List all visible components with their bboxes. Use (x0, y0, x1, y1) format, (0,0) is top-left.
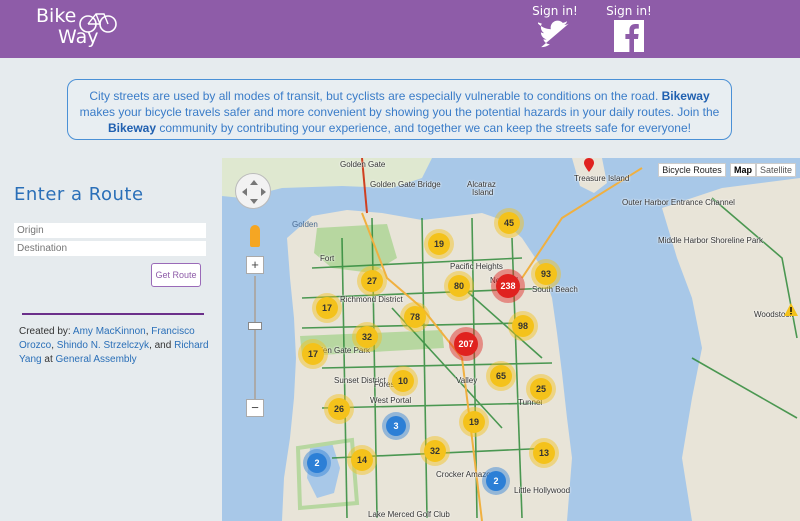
origin-input[interactable] (14, 223, 206, 238)
place-valley: Valley (456, 376, 478, 385)
sidebar-divider (22, 313, 204, 315)
place-west-portal: West Portal (370, 396, 412, 405)
place-south-beach: South Beach (532, 285, 578, 294)
intro-brand-1: Bikeway (661, 89, 710, 103)
hazard-cluster[interactable]: 19 (463, 411, 485, 433)
bicycle-icon (79, 13, 117, 33)
street-view-pegman-icon[interactable] (250, 225, 260, 247)
enter-route-title: Enter a Route (14, 184, 144, 205)
zoom-slider-thumb[interactable] (248, 322, 262, 330)
facebook-signin[interactable]: Sign in! (604, 4, 654, 52)
hazard-cluster[interactable]: 3 (386, 416, 406, 436)
place-middle-harbor: Middle Harbor Shoreline Park (658, 236, 763, 245)
hazard-cluster[interactable]: 93 (535, 263, 557, 285)
place-lake-merced: Lake Merced Golf Club (368, 510, 450, 519)
place-pacific-heights: Pacific Heights (450, 262, 503, 271)
place-outer-harbor: Outer Harbor Entrance Channel (622, 198, 735, 207)
logo-line-1: Bike (36, 5, 77, 27)
place-golden: Golden (292, 220, 318, 229)
author-link-shindo[interactable]: Shindo N. Strzelczyk (57, 340, 149, 351)
bicycle-routes-button[interactable]: Bicycle Routes (658, 163, 726, 177)
twitter-signin-label: Sign in! (532, 4, 578, 18)
place-richmond-district: Richmond District (340, 295, 403, 304)
hazard-cluster[interactable]: 65 (490, 365, 512, 387)
intro-banner: City streets are used by all modes of tr… (67, 79, 732, 140)
intro-text-2: makes your bicycle travels safer and mor… (79, 105, 720, 119)
pan-arrows-icon (242, 180, 266, 204)
hazard-cluster[interactable]: 98 (512, 315, 534, 337)
hazard-cluster[interactable]: 32 (424, 440, 446, 462)
hazard-cluster[interactable]: 78 (404, 306, 426, 328)
facebook-icon (614, 20, 644, 52)
header: Bike Way Sign in! Sign in! (0, 0, 800, 58)
map-type-map-button[interactable]: Map (730, 163, 756, 177)
bikeway-logo[interactable]: Bike Way (36, 5, 117, 48)
hazard-cluster[interactable]: 17 (316, 297, 338, 319)
intro-text-1: City streets are used by all modes of tr… (89, 89, 662, 103)
place-golden-gate: Golden Gate (340, 160, 386, 169)
hazard-cluster[interactable]: 27 (361, 270, 383, 292)
credits: Created by: Amy MacKinnon, Francisco Oro… (19, 325, 209, 367)
place-little-hollywood: Little Hollywood (514, 486, 571, 495)
zoom-slider-track[interactable] (254, 276, 256, 404)
hazard-map[interactable]: Golden Gate Bridge Golden Golden Gate Al… (222, 158, 800, 521)
intro-text-3: community by contributing your experienc… (156, 121, 691, 135)
destination-input[interactable] (14, 241, 206, 256)
twitter-signin[interactable]: Sign in! (530, 4, 580, 48)
hazard-cluster[interactable]: 2 (307, 453, 327, 473)
place-treasure-island: Treasure Island (574, 174, 630, 183)
place-alcatraz-island: Island (472, 188, 494, 197)
hazard-cluster[interactable]: 17 (302, 343, 324, 365)
zoom-in-button[interactable]: + (246, 256, 264, 274)
hazard-cluster[interactable]: 207 (454, 332, 478, 356)
general-assembly-link[interactable]: General Assembly (56, 354, 137, 365)
hazard-cluster[interactable]: 45 (498, 212, 520, 234)
pan-control[interactable] (235, 173, 271, 209)
credits-at: at (41, 354, 56, 365)
hazard-warning-icon[interactable] (784, 303, 798, 316)
map-type-satellite-button[interactable]: Satellite (756, 163, 796, 177)
credits-prefix: Created by: (19, 326, 73, 337)
zoom-out-button[interactable]: − (246, 399, 264, 417)
hazard-cluster[interactable]: 19 (428, 233, 450, 255)
hazard-cluster[interactable]: 32 (356, 326, 378, 348)
hazard-cluster[interactable]: 2 (486, 471, 506, 491)
credits-sep-3: , and (149, 340, 175, 351)
hazard-cluster[interactable]: 238 (496, 274, 520, 298)
hazard-cluster[interactable]: 10 (392, 370, 414, 392)
get-route-button[interactable]: Get Route (151, 263, 201, 287)
place-fort: Fort (320, 254, 335, 263)
hazard-cluster[interactable]: 25 (530, 378, 552, 400)
twitter-icon (538, 20, 569, 48)
hazard-cluster[interactable]: 14 (351, 449, 373, 471)
hazard-cluster[interactable]: 26 (328, 398, 350, 420)
hazard-cluster[interactable]: 13 (533, 442, 555, 464)
facebook-signin-label: Sign in! (606, 4, 652, 18)
place-golden-gate-bridge: Golden Gate Bridge (370, 180, 441, 189)
intro-brand-2: Bikeway (108, 121, 157, 135)
author-link-amy[interactable]: Amy MacKinnon (73, 326, 146, 337)
hazard-pin-icon[interactable] (584, 158, 594, 172)
hazard-cluster[interactable]: 80 (448, 275, 470, 297)
